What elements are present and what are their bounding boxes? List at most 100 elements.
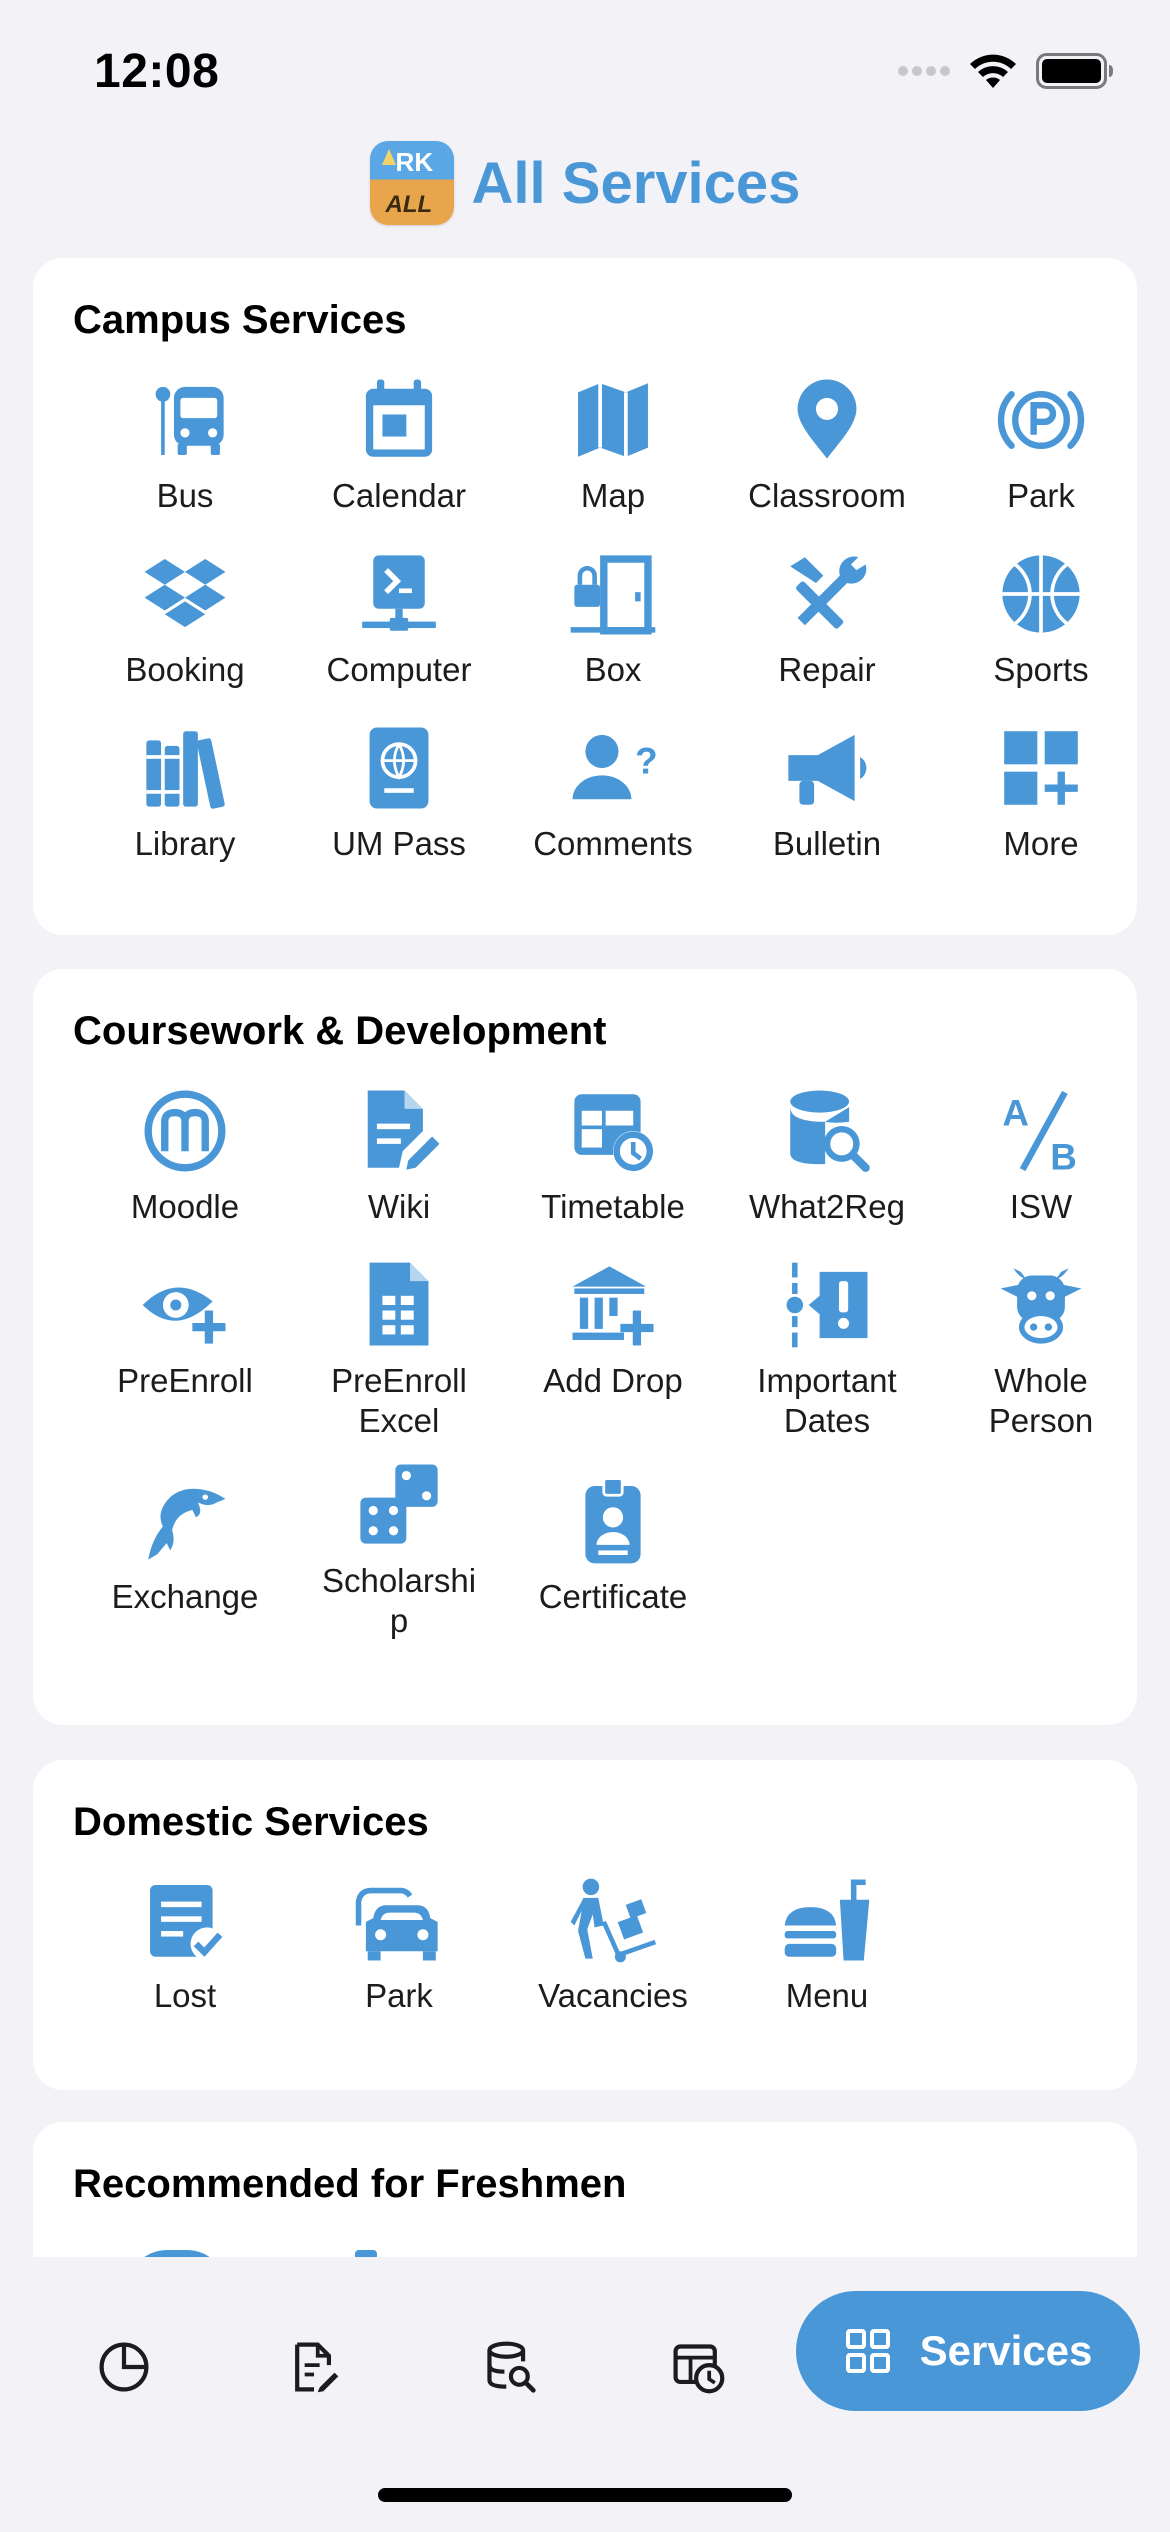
logo-text-bottom: ALL <box>385 191 433 218</box>
service-label: Calendar <box>332 477 466 514</box>
status-bar: 12:08 <box>0 0 1170 140</box>
service-more[interactable]: More <box>934 718 1148 864</box>
service-label: Menu <box>785 1977 869 2014</box>
status-time: 12:08 <box>94 45 220 98</box>
service-what2reg[interactable]: What2Reg <box>720 1081 934 1227</box>
service-label: PreEnroll <box>117 1362 253 1399</box>
logo-text-top: RK <box>395 147 434 177</box>
service-label: Important Dates <box>757 1362 897 1439</box>
passport-icon <box>349 718 449 818</box>
location-pin-icon <box>777 370 877 470</box>
bus-icon <box>135 370 235 470</box>
service-certificate[interactable]: Certificate <box>506 1471 720 1617</box>
service-label: Wiki <box>367 1188 431 1225</box>
service-scholarship[interactable]: Scholarshi p <box>292 1455 506 1641</box>
tab-timetable[interactable] <box>648 2317 748 2417</box>
tab-what2reg[interactable] <box>460 2317 560 2417</box>
spreadsheet-file-icon <box>349 1255 449 1355</box>
service-important-dates[interactable]: Important Dates <box>720 1255 934 1441</box>
page-title: All Services <box>471 150 801 216</box>
service-add-drop[interactable]: Add Drop <box>506 1255 720 1401</box>
service-label: PreEnroll Excel <box>331 1362 467 1439</box>
service-exchange[interactable]: Exchange <box>78 1471 292 1617</box>
cars-icon <box>349 1870 449 1970</box>
user-question-icon: ? <box>563 718 663 818</box>
person-dolly-icon <box>563 1870 663 1970</box>
tools-icon <box>777 544 877 644</box>
service-label: Computer <box>326 651 472 688</box>
eye-plus-icon <box>135 1255 235 1355</box>
computer-network-icon <box>349 544 449 644</box>
service-label: UM Pass <box>332 825 466 862</box>
service-label: Classroom <box>748 477 906 514</box>
table-clock-icon <box>673 2344 725 2394</box>
service-park[interactable]: Park <box>934 370 1148 516</box>
tab-wiki[interactable] <box>264 2317 364 2417</box>
service-vacancies[interactable]: Vacancies <box>506 1870 720 2016</box>
section-recommended-freshmen: Recommended for Freshmen <box>33 2122 1137 2257</box>
service-box[interactable]: Box <box>506 544 720 690</box>
service-label: Park <box>365 1977 433 2014</box>
status-icons <box>898 52 1114 90</box>
tab-services-label: Services <box>919 2327 1093 2374</box>
dice-icon <box>349 1455 449 1555</box>
service-classroom[interactable]: Classroom <box>720 370 934 516</box>
service-menu[interactable]: Menu <box>720 1870 934 2016</box>
home-indicator[interactable] <box>378 2488 792 2502</box>
service-wiki[interactable]: Wiki <box>292 1081 506 1227</box>
sailboat-icon <box>381 149 396 165</box>
service-label: Scholarshi p <box>321 1562 477 1639</box>
service-calendar[interactable]: Calendar <box>292 370 506 516</box>
service-label: More <box>1003 825 1079 862</box>
map-icon <box>563 370 663 470</box>
note-check-icon <box>135 1870 235 1970</box>
service-label: Certificate <box>538 1578 688 1615</box>
service-isw[interactable]: AB ISW <box>934 1081 1148 1227</box>
service-preenroll-excel[interactable]: PreEnroll Excel <box>292 1255 506 1441</box>
section-title: Coursework & Development <box>73 1009 607 1053</box>
tab-dashboard[interactable] <box>74 2317 174 2417</box>
file-edit-icon <box>295 2342 339 2393</box>
section-domestic-services: Domestic Services Lost Park Vacancies Me… <box>33 1760 1137 2090</box>
service-booking[interactable]: Booking <box>78 544 292 690</box>
service-computer[interactable]: Computer <box>292 544 506 690</box>
section-title: Recommended for Freshmen <box>73 2162 627 2206</box>
table-clock-icon <box>563 1081 663 1181</box>
wifi-icon <box>970 54 1016 88</box>
partial-icon-2 <box>355 2250 377 2257</box>
battery-icon <box>1036 53 1113 89</box>
service-lost[interactable]: Lost <box>78 1870 292 2016</box>
file-edit-icon <box>349 1081 449 1181</box>
service-label: Map <box>580 477 646 514</box>
basketball-icon <box>991 544 1091 644</box>
section-coursework-development: Coursework & Development Moodle Wiki Tim… <box>33 969 1137 1725</box>
service-timetable[interactable]: Timetable <box>506 1081 720 1227</box>
service-label: Exchange <box>111 1578 259 1615</box>
tab-services[interactable]: Services <box>796 2291 1140 2411</box>
service-repair[interactable]: Repair <box>720 544 934 690</box>
services-scroll[interactable]: Campus Services Bus Calendar Map Classro… <box>0 258 1170 2257</box>
service-preenroll[interactable]: PreEnroll <box>78 1255 292 1401</box>
service-moodle[interactable]: Moodle <box>78 1081 292 1227</box>
dolphin-icon <box>135 1471 235 1571</box>
svg-text:?: ? <box>635 741 657 782</box>
service-bulletin[interactable]: Bulletin <box>720 718 934 864</box>
burger-drink-icon <box>777 1870 877 1970</box>
service-domestic-park[interactable]: Park <box>292 1870 506 2016</box>
service-um-pass[interactable]: UM Pass <box>292 718 506 864</box>
svg-text:A: A <box>1002 1092 1029 1133</box>
service-whole-person[interactable]: Whole Person <box>934 1255 1148 1441</box>
service-sports[interactable]: Sports <box>934 544 1148 690</box>
service-bus[interactable]: Bus <box>78 370 292 516</box>
service-label: Whole Person <box>988 1362 1094 1439</box>
database-search-icon <box>487 2341 536 2393</box>
service-label: What2Reg <box>749 1188 905 1225</box>
partial-icon-1 <box>127 2250 227 2257</box>
service-comments[interactable]: ? Comments <box>506 718 720 864</box>
service-library[interactable]: Library <box>78 718 292 864</box>
id-badge-icon <box>563 1471 663 1571</box>
locker-door-icon <box>563 544 663 644</box>
service-map[interactable]: Map <box>506 370 720 516</box>
service-label: ISW <box>1009 1188 1073 1225</box>
service-label: Moodle <box>130 1188 240 1225</box>
